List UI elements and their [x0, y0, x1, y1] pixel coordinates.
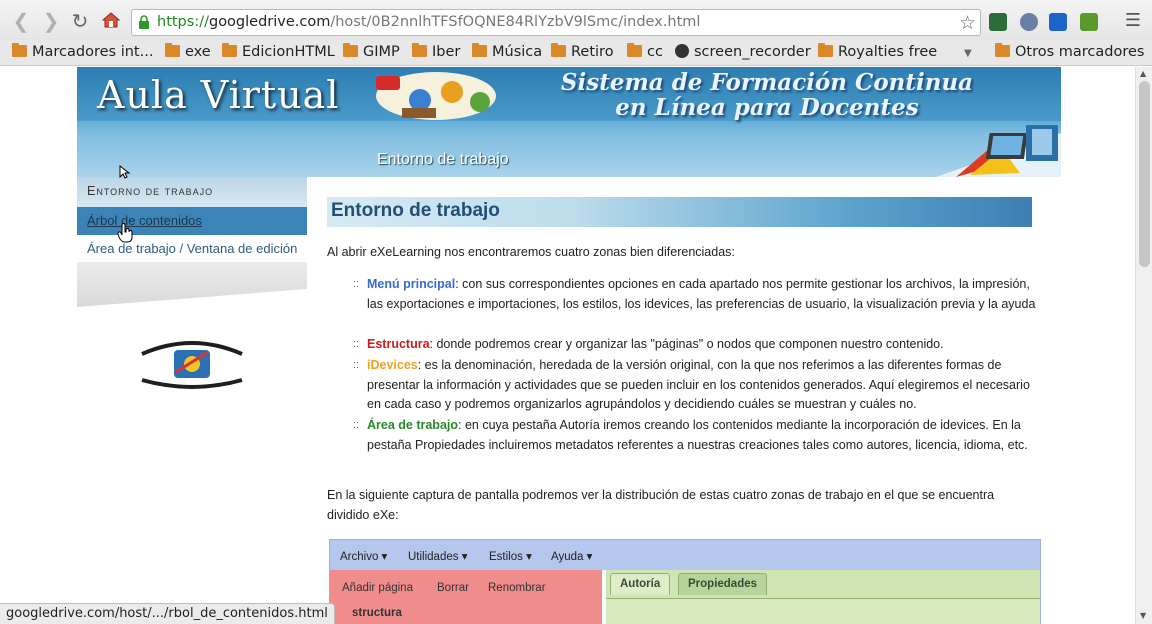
- books-laptop-icon: [936, 125, 1061, 177]
- exe-structure-label: structura: [352, 607, 402, 619]
- extension-puzzle-icon[interactable]: [989, 13, 1007, 31]
- other-bookmarks[interactable]: Otros marcadores: [995, 43, 1144, 60]
- intro-text: Al abrir eXeLearning nos encontraremos c…: [327, 245, 735, 259]
- folder-icon: [12, 43, 27, 57]
- exe-work-area: Autoría Propiedades: [606, 570, 1040, 624]
- bookmarks-bar: Marcadores int... exe EdicionHTML GIMP I…: [0, 40, 1152, 66]
- folder-icon: [551, 43, 566, 57]
- menu-icon[interactable]: ☰: [1122, 10, 1144, 32]
- lock-icon: [139, 15, 149, 29]
- bookmark-item[interactable]: Royalties free: [818, 43, 937, 60]
- exe-menu-bar: Archivo ▾ Utilidades ▾ Estilos ▾ Ayuda ▾: [330, 540, 1040, 570]
- page-scrollbar[interactable]: ▲ ▼: [1135, 67, 1152, 624]
- bookmark-item[interactable]: Iber: [412, 43, 460, 60]
- browser-toolbar: ❮ ❯ ↻ https://googledrive.com/host/0B2nn…: [0, 0, 1152, 40]
- system-title: Sistema de Formación Continua en Línea p…: [560, 69, 974, 121]
- address-bar[interactable]: https://googledrive.com/host/0B2nnlhTFSf…: [131, 9, 981, 36]
- home-icon[interactable]: [100, 10, 122, 32]
- extension-badge-icon[interactable]: [1020, 13, 1038, 31]
- list-item: :: Estructura: donde podremos crear y or…: [353, 337, 944, 351]
- extension-new-icon[interactable]: [1080, 13, 1098, 31]
- bookmark-item[interactable]: Retiro: [551, 43, 614, 60]
- sidebar-item-arbol[interactable]: Árbol de contenidos: [77, 207, 307, 235]
- page-title: Entorno de trabajo: [327, 197, 1032, 227]
- sidebar-nav: Entorno de trabajo Árbol de contenidos Á…: [77, 177, 307, 624]
- bookmark-item[interactable]: screen_recorder: [675, 44, 811, 60]
- browser-window: ❮ ❯ ↻ https://googledrive.com/host/0B2nn…: [0, 0, 1152, 624]
- exe-add-page: Añadir página: [342, 582, 413, 594]
- bookmark-item[interactable]: Marcadores int...: [12, 43, 153, 60]
- folder-icon: [343, 43, 358, 57]
- list-item: :: iDevices: es la denominación, heredad…: [353, 358, 1030, 411]
- site-banner: Aula Virtual Sistema de Formación Contin…: [77, 67, 1061, 177]
- exe-menu-estilos: Estilos ▾: [489, 551, 532, 563]
- main-content: Entorno de trabajo Al abrir eXeLearning …: [327, 177, 1041, 624]
- site-title: Aula Virtual: [97, 73, 340, 117]
- forward-icon[interactable]: ❯: [40, 10, 62, 32]
- exe-menu-ayuda: Ayuda ▾: [551, 551, 593, 563]
- exe-rename: Renombrar: [488, 582, 546, 594]
- term-menu-principal: Menú principal: [367, 277, 456, 291]
- bookmarks-overflow-icon[interactable]: ▼: [964, 48, 972, 59]
- page-viewport: Aula Virtual Sistema de Formación Contin…: [0, 67, 1152, 624]
- bookmark-item[interactable]: exe: [165, 43, 211, 60]
- extension-new-d-icon[interactable]: [1049, 13, 1067, 31]
- exe-structure-panel: Añadir página Borrar Renombrar structura: [330, 570, 602, 624]
- hand-cursor-icon: [117, 223, 133, 243]
- scroll-up-icon[interactable]: ▲: [1140, 69, 1146, 78]
- sidebar-item-area-trabajo[interactable]: Área de trabajo / Ventana de edición: [77, 235, 307, 263]
- bookmark-item[interactable]: cc: [627, 43, 663, 60]
- bookmark-item[interactable]: EdicionHTML: [222, 43, 335, 60]
- list-item: :: Área de trabajo: en cuya pestaña Auto…: [353, 418, 1028, 452]
- list-item: :: Menú principal: con sus correspondien…: [353, 277, 1036, 311]
- bookmark-item[interactable]: GIMP: [343, 43, 400, 60]
- bookmark-item[interactable]: Música: [472, 43, 542, 60]
- folder-icon: [995, 43, 1010, 57]
- folder-icon: [472, 43, 487, 57]
- scroll-thumb[interactable]: [1139, 81, 1150, 267]
- bookmark-star-icon[interactable]: ☆: [959, 12, 976, 34]
- exe-menu-archivo: Archivo ▾: [340, 551, 388, 563]
- exe-delete: Borrar: [437, 582, 469, 594]
- site-container: Aula Virtual Sistema de Formación Contin…: [77, 67, 1061, 624]
- scroll-down-icon[interactable]: ▼: [1140, 611, 1146, 620]
- social-logos-icon: [376, 72, 496, 120]
- status-bar: googledrive.com/host/.../rbol_de_conteni…: [0, 603, 335, 624]
- exe-tab-autoria: Autoría: [610, 573, 671, 595]
- exe-screenshot: Archivo ▾ Utilidades ▾ Estilos ▾ Ayuda ▾…: [329, 539, 1041, 624]
- arrow-cursor-icon: [119, 165, 131, 179]
- sidebar-heading: Entorno de trabajo: [77, 177, 307, 207]
- term-idevices: iDevices: [367, 358, 418, 372]
- folder-icon: [165, 43, 180, 57]
- folder-icon: [627, 43, 642, 57]
- exe-tab-propiedades: Propiedades: [678, 573, 768, 595]
- folder-icon: [818, 43, 833, 57]
- folder-icon: [222, 43, 237, 57]
- back-icon[interactable]: ❮: [10, 10, 32, 32]
- exe-menu-utilidades: Utilidades ▾: [408, 551, 468, 563]
- portal-educativo-logo: [141, 341, 243, 389]
- banner-subtitle: Entorno de trabajo: [377, 151, 509, 168]
- caption-text: En la siguiente captura de pantalla podr…: [327, 488, 995, 522]
- reload-icon[interactable]: ↻: [69, 10, 91, 32]
- term-estructura: Estructura: [367, 337, 430, 351]
- screen-recorder-icon: [675, 44, 689, 58]
- folder-icon: [412, 43, 427, 57]
- url-text: https://googledrive.com/host/0B2nnlhTFSf…: [157, 14, 701, 30]
- term-area-trabajo: Área de trabajo: [367, 418, 459, 432]
- sidebar-divider: [77, 262, 307, 307]
